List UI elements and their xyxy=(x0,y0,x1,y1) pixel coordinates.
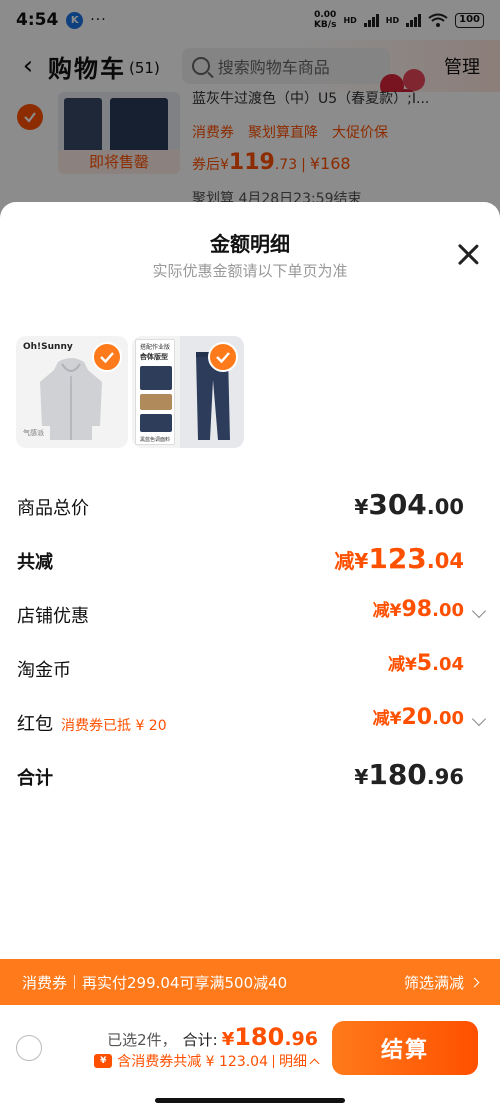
selected-count: 已选2件， xyxy=(107,1031,177,1049)
row-total-price: 商品总价 ¥ 304 .00 xyxy=(0,488,500,528)
total-label: 合计: xyxy=(182,1031,218,1049)
total-price-amount: ¥ 304 .00 xyxy=(354,488,464,521)
product-caption: 气感派 xyxy=(23,429,44,437)
chevron-down-icon[interactable] xyxy=(471,711,487,727)
selected-products: Oh!Sunny 气感派 搭配作业版本介 合体版型 黑蓝色调面料 xyxy=(16,336,244,448)
currency: ¥ xyxy=(389,709,402,729)
promo-banner: 消费券 再实付299.04可享满500减40 筛选满减 xyxy=(0,959,500,1005)
brand-logo: Oh!Sunny xyxy=(23,342,73,352)
reduced-amount: 减 ¥ 123 .04 xyxy=(334,542,464,575)
amount-integer: 5 xyxy=(416,651,433,676)
fabric-swatch xyxy=(140,394,172,410)
row-total-reduced: 共减 减 ¥ 123 .04 xyxy=(0,542,500,582)
coins-amount: 减 ¥ 5 .04 xyxy=(388,650,464,676)
amount-integer: 123 xyxy=(368,542,427,575)
sheet-subtitle: 实际优惠金额请以下单页为准 xyxy=(152,262,348,280)
promo-tag: 消费券 xyxy=(22,973,68,992)
amount-decimal: .04 xyxy=(426,549,464,573)
home-indicator[interactable] xyxy=(155,1098,345,1103)
close-icon[interactable] xyxy=(456,242,480,266)
select-all-checkbox[interactable] xyxy=(16,1035,42,1061)
jeans-detail-card: 搭配作业版本介 合体版型 黑蓝色调面料 xyxy=(135,339,175,445)
detail-label: 明细 xyxy=(279,1054,307,1070)
amount-integer: 180 xyxy=(234,1023,285,1051)
currency: ¥ xyxy=(404,655,417,675)
row-label: 合计 xyxy=(17,768,53,789)
shop-discount-amount: 减 ¥ 98 .00 xyxy=(373,596,464,622)
amount-integer: 180 xyxy=(368,758,427,791)
amount-prefix: 减 xyxy=(372,709,390,729)
divider xyxy=(273,1054,274,1068)
row-label: 红包 消费券已抵 ¥ 20 xyxy=(17,710,167,736)
sheet-title: 金额明细 xyxy=(210,232,290,256)
amount-decimal: .00 xyxy=(432,708,464,729)
price-detail-sheet: 金额明细 实际优惠金额请以下单页为准 Oh!Sunny 气感派 搭配作业版本介 … xyxy=(0,202,500,959)
chevron-down-icon[interactable] xyxy=(471,603,487,619)
hoodie-image xyxy=(40,358,102,440)
total-amount: ¥ 180 .96 xyxy=(222,1023,318,1051)
coupon-icon: ¥ xyxy=(94,1054,113,1068)
dim-overlay[interactable] xyxy=(0,0,500,230)
amount-prefix: 减 xyxy=(372,601,390,621)
row-label: 店铺优惠 xyxy=(17,606,89,627)
grand-total-amount: ¥ 180 .96 xyxy=(354,758,464,791)
amount-integer: 304 xyxy=(368,488,427,521)
red-packet-label: 红包 xyxy=(17,714,53,735)
currency: ¥ xyxy=(221,1029,235,1050)
row-grand-total: 合计 ¥ 180 .96 xyxy=(0,758,500,798)
amount-integer: 20 xyxy=(401,705,433,730)
amount-decimal: .96 xyxy=(284,1028,318,1050)
amount-integer: 98 xyxy=(401,597,433,622)
product-thumb-jeans[interactable]: 搭配作业版本介 合体版型 黑蓝色调面料 xyxy=(132,336,244,448)
amount-decimal: .00 xyxy=(432,600,464,621)
row-label: 共减 xyxy=(17,552,53,573)
discount-detail-toggle[interactable]: ¥ 含消费券共减 ¥ 123.04 明细 xyxy=(94,1051,320,1071)
selected-check-icon[interactable] xyxy=(208,342,238,372)
amount-decimal: .04 xyxy=(432,654,464,675)
checkout-bar: 已选2件， 合计: ¥ 180 .96 ¥ 含消费券共减 ¥ 123.04 明细… xyxy=(0,1005,500,1111)
row-shop-discount[interactable]: 店铺优惠 减 ¥ 98 .00 xyxy=(0,596,500,636)
row-taobao-coins: 淘金币 减 ¥ 5 .04 xyxy=(0,650,500,690)
summary-line: 已选2件， 合计: ¥ 180 .96 xyxy=(107,1023,318,1051)
chevron-right-icon xyxy=(469,977,480,987)
amount-prefix: 减 xyxy=(334,549,355,573)
currency: ¥ xyxy=(354,495,369,519)
amount-decimal: .00 xyxy=(426,495,464,519)
currency: ¥ xyxy=(354,765,369,789)
chevron-up-icon xyxy=(309,1058,320,1068)
filter-discount-link[interactable]: 筛选满减 xyxy=(403,972,480,993)
promo-divider xyxy=(74,975,76,989)
selected-check-icon[interactable] xyxy=(92,342,122,372)
row-label: 淘金币 xyxy=(17,660,71,681)
fabric-swatch xyxy=(140,366,172,390)
discount-text: 含消费券共减 ¥ 123.04 xyxy=(117,1054,268,1070)
currency: ¥ xyxy=(389,601,402,621)
filter-discount-label: 筛选满减 xyxy=(403,973,464,992)
row-label: 商品总价 xyxy=(17,498,89,519)
coupon-note: 消费券已抵 ¥ 20 xyxy=(61,718,167,734)
jeans-fit: 合体版型 xyxy=(140,353,168,361)
promo-text: 再实付299.04可享满500减40 xyxy=(82,973,288,992)
fabric-swatch xyxy=(140,414,172,432)
row-red-packet[interactable]: 红包 消费券已抵 ¥ 20 减 ¥ 20 .00 xyxy=(0,704,500,744)
check-icon xyxy=(216,352,230,364)
currency: ¥ xyxy=(354,549,369,573)
jeans-bottom-label: 黑蓝色调面料 xyxy=(140,437,171,443)
check-icon xyxy=(100,352,114,364)
product-thumb-hoodie[interactable]: Oh!Sunny 气感派 xyxy=(16,336,128,448)
red-packet-amount: 减 ¥ 20 .00 xyxy=(373,704,464,730)
amount-prefix: 减 xyxy=(387,655,405,675)
amount-decimal: .96 xyxy=(426,765,464,789)
checkout-button[interactable]: 结算 xyxy=(332,1021,478,1075)
